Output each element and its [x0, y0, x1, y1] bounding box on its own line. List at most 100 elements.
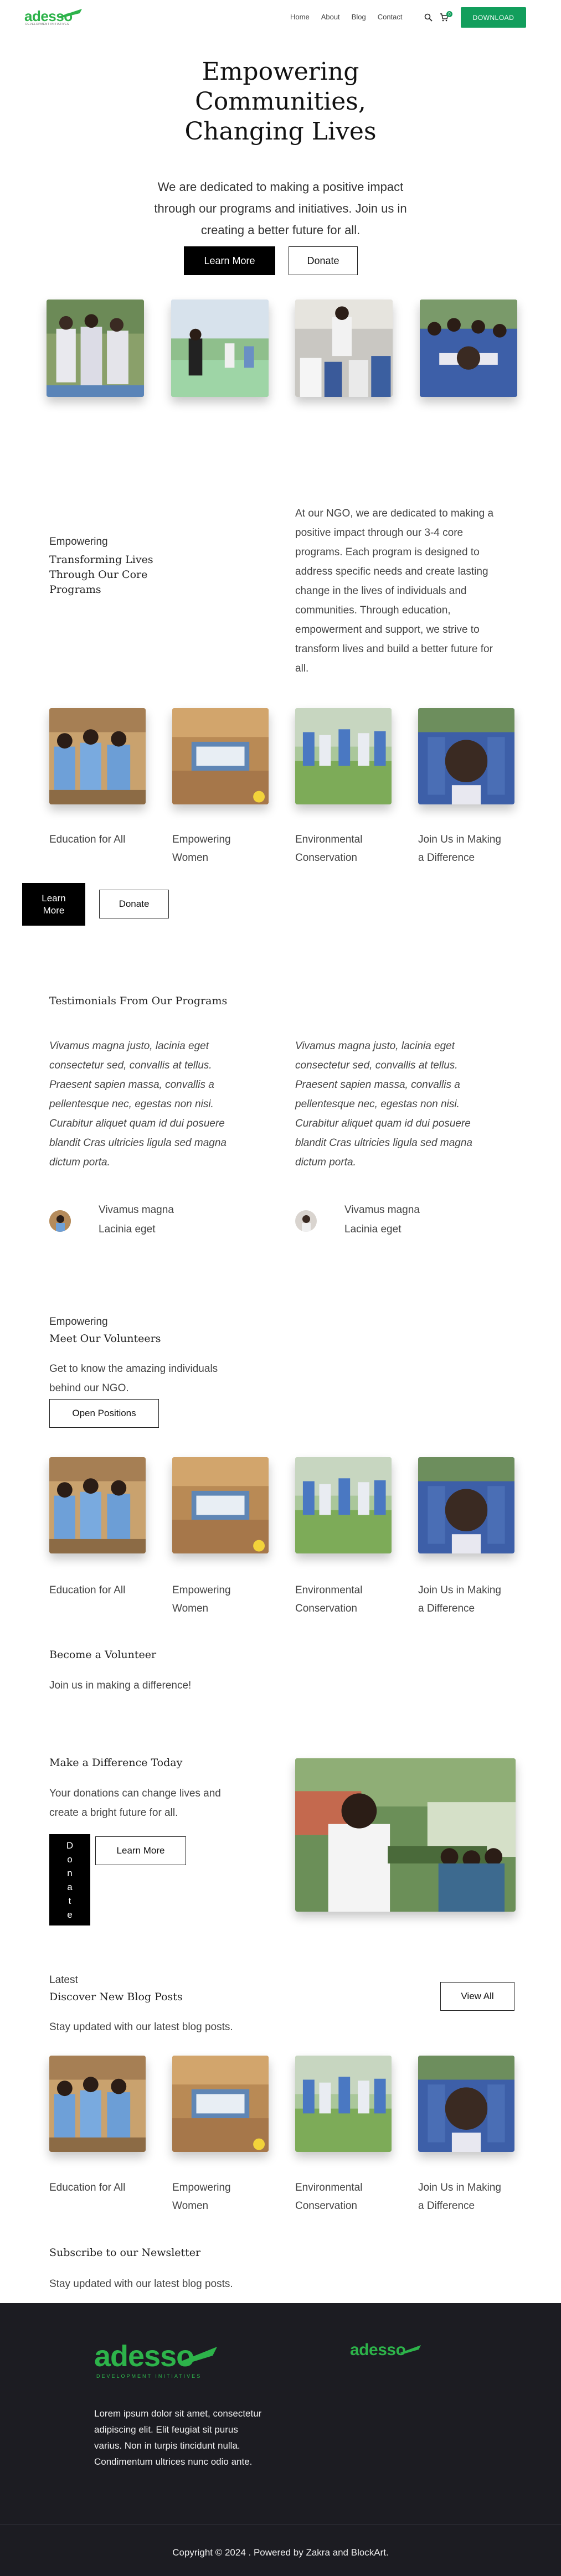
testimonial-role: Lacinia eget	[99, 1224, 156, 1235]
hero-photo-3	[295, 300, 393, 397]
programs-title-line: Through Our Core	[49, 569, 148, 581]
blog-photo-join	[418, 2056, 514, 2152]
hero-subtitle: We are dedicated to making a positive im…	[0, 176, 561, 241]
site-logo[interactable]: adesso DEVELOPMENT INITIATIVES	[24, 6, 85, 28]
quote-line: consectetur sed, convallis at tellus.	[49, 1060, 212, 1071]
description-line: communities. Through education,	[295, 605, 451, 616]
card-label-line: Join Us in Making	[418, 2182, 501, 2193]
main-nav: Home About Blog Contact	[290, 13, 403, 21]
footer-logo[interactable]: adesso DEVELOPMENT INITIATIVES	[94, 2339, 227, 2383]
hero-learn-more-button[interactable]: Learn More	[184, 246, 275, 275]
programs-donate-button[interactable]: Donate	[99, 890, 169, 918]
program-photo-women	[172, 708, 269, 804]
blog-photo-women	[172, 2056, 269, 2152]
program-photo-environment	[295, 708, 392, 804]
download-button[interactable]: DOWNLOAD	[461, 7, 526, 28]
testimonial-quote: Vivamus magna justo, lacinia eget consec…	[295, 1036, 517, 1172]
nav-blog[interactable]: Blog	[352, 13, 366, 21]
cart-button[interactable]: 0	[440, 11, 453, 23]
testimonial-role: Lacinia eget	[344, 1224, 402, 1235]
blog-text: Stay updated with our latest blog posts.	[49, 2021, 233, 2033]
card-label-line: Women	[172, 1603, 209, 1614]
become-volunteer-text: Join us in making a difference!	[49, 1680, 192, 1691]
about-line: adipiscing elit. Elit feugiat sit purus	[94, 2424, 238, 2435]
become-volunteer-title: Become a Volunteer	[49, 1649, 157, 1661]
card-label-line: Join Us in Making	[418, 834, 501, 845]
nav-about[interactable]: About	[321, 13, 340, 21]
programs-title-line: Programs	[49, 584, 101, 596]
newsletter-title: Subscribe to our Newsletter	[49, 2247, 201, 2259]
hero-title-line: Empowering	[202, 58, 359, 86]
description-line: empowerment and support, we strive to	[295, 624, 480, 636]
description-line: transform lives and build a better futur…	[295, 643, 493, 655]
volunteers-kicker: Empowering	[49, 1316, 108, 1328]
blog-label-women: Empowering Women	[172, 2178, 272, 2215]
blog-label-education: Education for All	[49, 2178, 149, 2197]
footer-logo-small[interactable]: adesso	[350, 2341, 428, 2361]
description-line: programs. Each program is designed to	[295, 546, 480, 558]
programs-title-line: Transforming Lives	[49, 554, 153, 566]
hero-title: Empowering Communities, Changing Lives	[0, 57, 561, 147]
program-label-join: Join Us in Making a Difference	[418, 830, 518, 867]
text-line: Your donations can change lives and	[49, 1788, 221, 1799]
card-label-line: a Difference	[418, 2200, 475, 2212]
programs-title: Transforming Lives Through Our Core Prog…	[49, 553, 153, 597]
quote-line: dictum porta.	[49, 1157, 110, 1168]
quote-line: dictum porta.	[295, 1157, 356, 1168]
card-label-line: Empowering	[172, 2182, 231, 2193]
volunteer-label-join: Join Us in Making a Difference	[418, 1581, 518, 1618]
search-icon[interactable]	[424, 13, 433, 22]
card-label-line: Education for All	[49, 1584, 126, 1596]
logo-swoosh-icon	[178, 2347, 217, 2365]
description-line: all.	[295, 663, 309, 674]
difference-donate-button[interactable]: D o n a t e	[49, 1834, 90, 1925]
card-label-line: Environmental	[295, 1584, 363, 1596]
programs-kicker: Empowering	[49, 536, 108, 548]
quote-line: consectetur sed, convallis at tellus.	[295, 1060, 458, 1071]
quote-line: Vivamus magna justo, lacinia eget	[49, 1040, 209, 1052]
card-label-line: Women	[172, 852, 209, 864]
description-line: positive impact through our 3-4 core	[295, 527, 464, 539]
programs-learn-more-button[interactable]: Learn More	[22, 883, 85, 926]
volunteer-photo-environment	[295, 1457, 392, 1553]
program-photo-join	[418, 708, 514, 804]
volunteer-label-education: Education for All	[49, 1581, 149, 1599]
open-positions-button[interactable]: Open Positions	[49, 1399, 159, 1428]
button-letter: o	[67, 1854, 73, 1865]
button-letter: t	[68, 1895, 71, 1906]
nav-contact[interactable]: Contact	[378, 13, 403, 21]
text-line: Get to know the amazing individuals	[49, 1363, 218, 1375]
card-label-line: Environmental	[295, 834, 363, 845]
testimonial-name: Vivamus magna	[99, 1204, 174, 1216]
difference-photo	[295, 1758, 516, 1912]
logo-tagline: DEVELOPMENT INITIATIVES	[25, 23, 69, 26]
hero-photo-4	[420, 300, 517, 397]
newsletter-text: Stay updated with our latest blog posts.	[49, 2278, 233, 2290]
nav-home[interactable]: Home	[290, 13, 310, 21]
button-letter: e	[67, 1909, 73, 1920]
blog-title: Discover New Blog Posts	[49, 1991, 183, 2003]
about-line: Lorem ipsum dolor sit amet, consectetur	[94, 2408, 262, 2419]
logo-swoosh-icon	[400, 2345, 421, 2354]
footer-logo-tagline: DEVELOPMENT INITIATIVES	[96, 2373, 202, 2379]
volunteers-title: Meet Our Volunteers	[49, 1333, 161, 1345]
quote-line: blandit Cras ultricies ligula sed magna	[295, 1137, 472, 1149]
view-all-button[interactable]: View All	[440, 1982, 514, 2011]
footer-logo-small-text: adesso	[350, 2341, 406, 2359]
volunteers-text: Get to know the amazing individuals behi…	[49, 1359, 218, 1398]
hero-subtitle-line: We are dedicated to making a positive im…	[157, 180, 404, 194]
avatar	[49, 1210, 71, 1232]
card-label-line: Conservation	[295, 2200, 357, 2212]
hero-photo-1	[47, 300, 144, 397]
card-label-line: Education for All	[49, 2182, 126, 2193]
button-letter: D	[66, 1840, 74, 1851]
site-footer: adesso DEVELOPMENT INITIATIVES adesso Lo…	[0, 2303, 561, 2576]
difference-learn-more-button[interactable]: Learn More	[95, 1836, 186, 1865]
site-header: adesso DEVELOPMENT INITIATIVES Home Abou…	[0, 0, 561, 34]
blog-photo-environment	[295, 2056, 392, 2152]
card-label-line: Conservation	[295, 1603, 357, 1614]
blog-label-environment: Environmental Conservation	[295, 2178, 395, 2215]
hero-donate-button[interactable]: Donate	[289, 246, 358, 275]
cart-count-badge: 0	[446, 11, 452, 17]
button-letter: a	[67, 1881, 73, 1892]
